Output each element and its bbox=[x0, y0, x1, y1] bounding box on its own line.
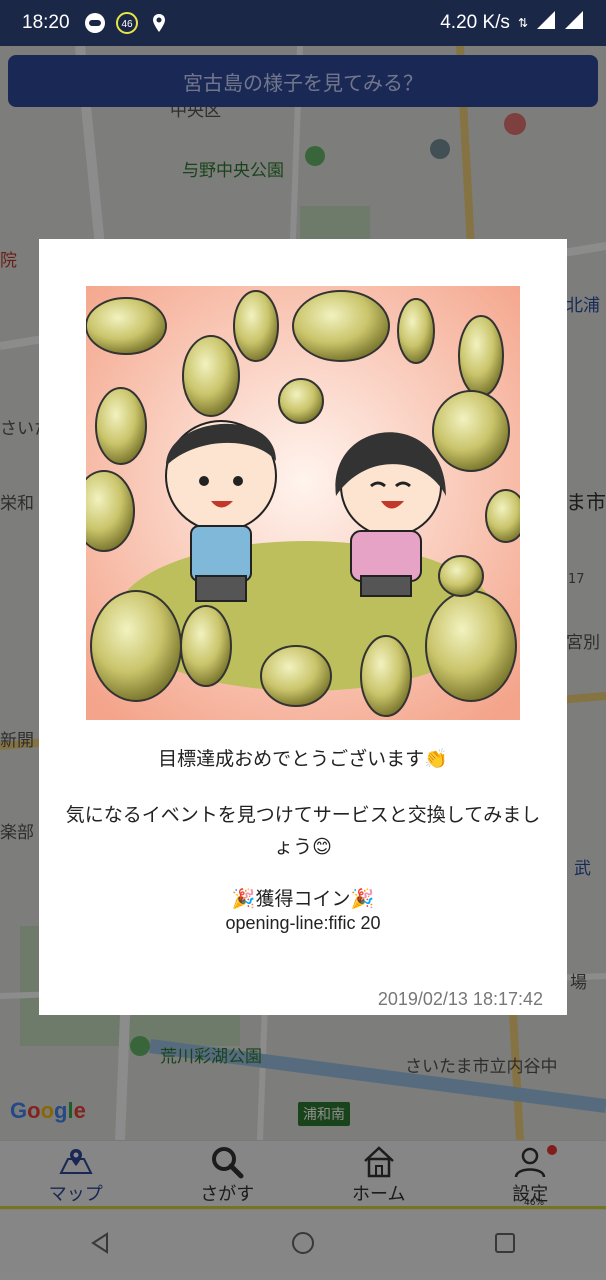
data-arrows-icon: ⇅ bbox=[517, 16, 528, 30]
coin-title: 🎉獲得コイン🎉 bbox=[231, 888, 375, 910]
achievement-modal: 目標達成おめでとうございます👏 気になるイベントを見つけてサービスと交換してみま… bbox=[39, 239, 567, 1015]
celebration-illustration bbox=[86, 286, 520, 720]
game-controller-icon bbox=[84, 12, 106, 34]
status-bar: 18:20 46 4.20 K/s ⇅ bbox=[0, 0, 606, 46]
modal-timestamp: 2019/02/13 18:17:42 bbox=[377, 989, 543, 1009]
status-time: 18:20 bbox=[22, 12, 70, 33]
signal-icon bbox=[536, 10, 556, 36]
modal-body: 気になるイベントを見つけてサービスと交換してみましょう😊 bbox=[65, 804, 541, 858]
modal-title: 目標達成おめでとうございます👏 bbox=[158, 748, 448, 770]
coin-amount: opening-line:fific 20 bbox=[225, 913, 381, 933]
svg-text:46: 46 bbox=[121, 19, 133, 30]
location-icon bbox=[148, 12, 170, 34]
network-speed: 4.20 K/s bbox=[440, 12, 510, 33]
signal-icon-2 bbox=[564, 10, 584, 36]
data-saver-icon: 46 bbox=[115, 12, 138, 34]
